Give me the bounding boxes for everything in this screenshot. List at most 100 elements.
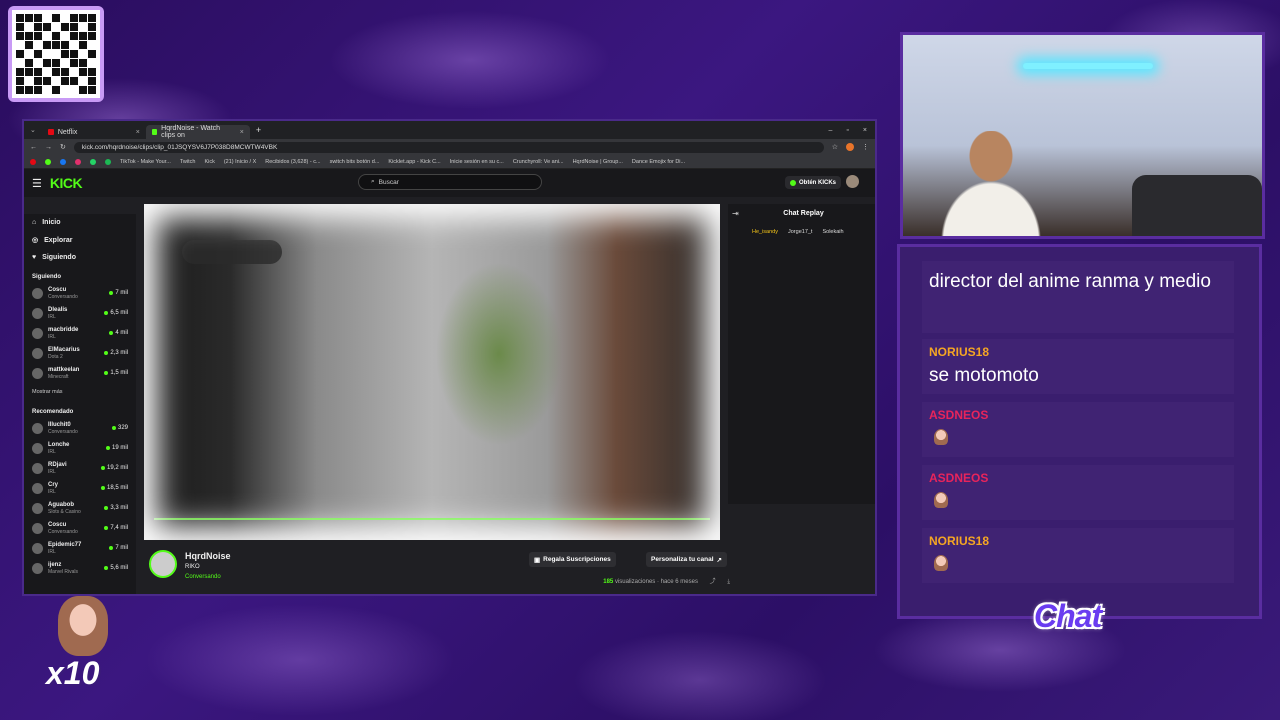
channel-category[interactable]: Conversando xyxy=(185,574,221,580)
channel-item[interactable]: Cry IRL 18,5 mil xyxy=(24,478,136,498)
channel-name[interactable]: HqrdNoise xyxy=(185,551,231,561)
bookmark-icon[interactable] xyxy=(90,158,96,165)
bookmark-hqrdnoise[interactable]: HqrdNoise | Group... xyxy=(573,159,623,165)
viewer-count: 5,6 mil xyxy=(110,565,128,571)
live-dot-icon xyxy=(104,371,109,375)
bookmark-dance-emojix[interactable]: Dance Emojix for Di... xyxy=(632,159,685,165)
tab-kick-clip[interactable]: HqrdNoise - Watch clips on × xyxy=(145,125,250,139)
channel-category: Conversando xyxy=(48,428,78,435)
browser-window: ⌄ Netflix × HqrdNoise - Watch clips on ×… xyxy=(22,119,877,596)
address-bar-row: ← → ↻ kick.com/hqrdnoise/clips/clip_01JS… xyxy=(24,139,875,155)
tab-netflix[interactable]: Netflix × xyxy=(42,125,146,139)
bookmark-crunchyroll[interactable]: Crunchyroll: Ve ani... xyxy=(513,159,564,165)
bookmark-icon[interactable] xyxy=(105,158,111,165)
star-icon[interactable]: ☆ xyxy=(832,143,838,151)
channel-name: Coscu xyxy=(48,286,67,293)
hamburger-icon[interactable]: ☰ xyxy=(32,177,42,190)
channel-category: IRL xyxy=(48,468,56,475)
channel-item[interactable]: Aguabob Slots & Casino 3,3 mil xyxy=(24,498,136,518)
following-title: Siguiendo xyxy=(32,274,61,280)
channel-item[interactable]: Lonche IRL 19 mil xyxy=(24,438,136,458)
share-icon[interactable]: ⤴ xyxy=(710,579,716,585)
nav-label: Explorar xyxy=(44,236,73,244)
live-dot-icon xyxy=(105,446,110,450)
channel-item[interactable]: RDjavi IRL 19,2 mil xyxy=(24,458,136,478)
close-window-icon[interactable]: × xyxy=(863,127,867,134)
emote-multiplier: x10 xyxy=(46,655,100,691)
channel-item[interactable]: Dlealis IRL 6,5 mil xyxy=(24,303,136,323)
channel-item[interactable]: Illuchit0 Conversando 329 xyxy=(24,418,136,438)
home-icon: ⌂ xyxy=(32,219,37,226)
viewer-count: 329 xyxy=(117,425,128,431)
bookmarks-bar: TikTok - Make Your... Twitch Kick (21) I… xyxy=(24,155,875,169)
bookmark-x[interactable]: (21) Inicio / X xyxy=(224,159,256,165)
chat-user[interactable]: Solekaih xyxy=(822,229,843,235)
live-dot-icon xyxy=(104,351,109,355)
chat-message: ASDNEOS xyxy=(922,402,1234,457)
maximize-icon[interactable]: ▫ xyxy=(846,127,848,134)
avatar xyxy=(32,442,43,454)
reload-icon[interactable]: ↻ xyxy=(60,143,66,151)
bookmark-switch[interactable]: switch bits botón d... xyxy=(330,159,380,165)
channel-name: Epidemic77 xyxy=(48,541,82,548)
nav-inicio[interactable]: ⌂ Inicio xyxy=(24,214,136,231)
viewer-count: 19 mil xyxy=(111,445,128,451)
bookmark-tiktok[interactable]: TikTok - Make Your... xyxy=(120,159,171,165)
bookmark-icon[interactable] xyxy=(30,158,36,165)
channel-item[interactable]: ElMacarius Dota 2 2,3 mil xyxy=(24,343,136,363)
bookmark-icon[interactable] xyxy=(45,158,51,165)
channel-category: IRL xyxy=(48,333,56,340)
back-icon[interactable]: ← xyxy=(30,144,37,151)
heart-icon: ♥ xyxy=(32,254,37,261)
url-text: kick.com/hqrdnoise/clips/clip_01JSQYSV6J… xyxy=(81,143,278,151)
tab-search-icon[interactable]: ⌄ xyxy=(30,126,36,134)
chat-message: director del anime ranma y medio xyxy=(922,261,1234,333)
get-kicks-button[interactable]: Obtén KICKs xyxy=(784,176,841,189)
close-icon[interactable]: × xyxy=(136,129,140,136)
channel-item[interactable]: Epidemic77 IRL 7 mil xyxy=(24,538,136,558)
bookmark-icon[interactable] xyxy=(75,158,81,165)
bookmark-kicklet[interactable]: Kicklet.app - Kick C... xyxy=(388,159,440,165)
nav-siguiendo[interactable]: ♥ Siguiendo xyxy=(24,249,136,266)
window-controls: – ▫ × xyxy=(829,127,875,134)
channel-name: macbridde xyxy=(48,326,79,333)
collapse-chat-icon[interactable]: ⇥ xyxy=(732,209,739,218)
channel-item[interactable]: macbridde IRL 4 mil xyxy=(24,323,136,343)
viewer-count: 7 mil xyxy=(115,545,128,551)
channel-item[interactable]: Coscu Conversando 7 mil xyxy=(24,283,136,303)
url-field[interactable]: kick.com/hqrdnoise/clips/clip_01JSQYSV6J… xyxy=(73,141,824,153)
channel-item[interactable]: ijenz Marvel Rivals 5,6 mil xyxy=(24,558,136,578)
bookmark-login[interactable]: Inicie sesión en su c... xyxy=(450,159,504,165)
bookmark-twitch[interactable]: Twitch xyxy=(180,159,196,165)
qr-pattern xyxy=(12,10,100,98)
kick-logo[interactable]: KICK xyxy=(50,175,83,191)
views-label: visualizaciones · hace 6 meses xyxy=(614,579,698,585)
gift-subs-button[interactable]: ▣ Regala Suscripciones xyxy=(529,552,616,567)
views-count: 185 xyxy=(603,579,614,585)
user-avatar[interactable] xyxy=(846,175,859,188)
viewer-count: 6,5 mil xyxy=(110,310,128,316)
show-more-link[interactable]: Mostrar más xyxy=(24,383,136,401)
chat-user[interactable]: He_isandy xyxy=(752,229,778,235)
download-icon[interactable]: ⤓ xyxy=(727,579,730,585)
new-tab-icon[interactable]: + xyxy=(256,125,261,135)
gift-icon: ▣ xyxy=(534,556,541,564)
bookmark-kick[interactable]: Kick xyxy=(204,159,214,165)
channel-item[interactable]: mattkeelan Minecraft 1,5 mil xyxy=(24,363,136,383)
video-vignette xyxy=(144,204,720,540)
bookmark-icon[interactable] xyxy=(60,158,66,165)
menu-icon[interactable]: ⋮ xyxy=(862,143,869,151)
search-input[interactable]: ⌕ Buscar xyxy=(358,174,542,190)
channel-avatar[interactable] xyxy=(149,550,177,578)
nav-explorar[interactable]: ◎ Explorar xyxy=(24,231,136,249)
customize-channel-button[interactable]: Personaliza tu canal ↗ xyxy=(646,552,727,567)
close-icon[interactable]: × xyxy=(240,129,244,136)
channel-item[interactable]: Coscu Conversando 7,4 mil xyxy=(24,518,136,538)
profile-icon[interactable] xyxy=(846,143,854,151)
bookmark-gmail[interactable]: Recibidos (3,628) - c... xyxy=(265,159,320,165)
forward-icon[interactable]: → xyxy=(45,144,52,151)
chat-user[interactable]: Jorge17_t xyxy=(788,229,812,235)
channel-subtitle: RIKO xyxy=(185,564,200,570)
video-player[interactable] xyxy=(144,204,720,540)
minimize-icon[interactable]: – xyxy=(829,127,833,134)
